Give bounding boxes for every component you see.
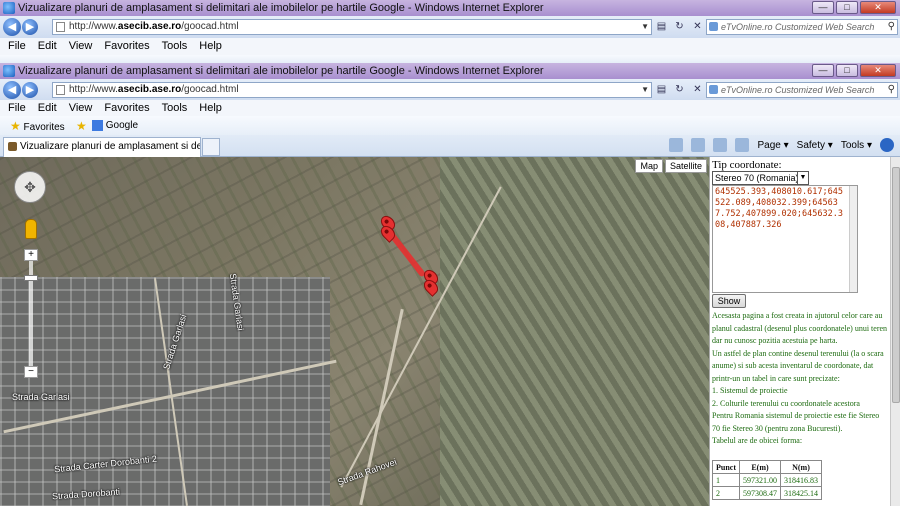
menu-edit[interactable]: Edit [38, 38, 57, 55]
menu-help[interactable]: Help [199, 100, 222, 117]
maximize-icon[interactable]: □ [836, 64, 858, 77]
scrollbar-thumb[interactable] [892, 167, 900, 403]
textarea-scrollbar[interactable] [849, 186, 857, 292]
coordinate-type-heading: Tip coordonate: [712, 159, 782, 171]
star-icon: ★ [10, 119, 21, 133]
new-tab-button[interactable] [202, 138, 220, 156]
map-type-map-button[interactable]: Map [635, 159, 663, 173]
map-type-satellite-button[interactable]: Satellite [664, 159, 707, 173]
close-icon[interactable]: ✕ [860, 64, 896, 77]
ie-icon [3, 65, 15, 77]
back-url-field[interactable]: http://www.asecib.ase.ro/goocad.html ▼ [52, 19, 652, 35]
favorites-bar: ★ Favorites ★ Google [0, 116, 900, 136]
zoom-slider[interactable] [29, 249, 33, 375]
back-window-controls: — □ ✕ [812, 1, 896, 14]
window-title: Vizualizare planuri de amplasament si de… [18, 65, 544, 77]
table-header: N(m) [780, 460, 822, 474]
chevron-down-icon[interactable]: ▼ [641, 20, 649, 34]
back-favorites-bar [0, 55, 900, 63]
menu-view[interactable]: View [69, 38, 93, 55]
chevron-down-icon[interactable]: ▼ [797, 172, 808, 184]
stop-icon[interactable]: ✕ [690, 82, 705, 98]
refresh-icon[interactable]: ↻ [672, 19, 687, 35]
menu-favorites[interactable]: Favorites [104, 38, 149, 55]
print-icon[interactable] [735, 138, 750, 152]
url-field[interactable]: http://www.asecib.ase.ro/goocad.html ▼ [52, 82, 652, 98]
back-address-bar: ◀ ▶ http://www.asecib.ase.ro/goocad.html… [0, 16, 900, 38]
help-icon[interactable] [880, 138, 894, 152]
menu-file[interactable]: File [8, 38, 26, 55]
satellite-map[interactable]: Strada Garlasi Strada Garlasi Strada Car… [0, 157, 709, 506]
table-row: 2 597308.47 318425.14 [712, 486, 822, 500]
minimize-icon[interactable]: — [812, 64, 834, 77]
page-favicon-icon [8, 142, 17, 151]
pegman-icon[interactable] [25, 219, 37, 239]
street-label: Strada Garlasi [12, 392, 70, 402]
back-arrow-icon[interactable]: ◀ [3, 18, 21, 36]
menu-edit[interactable]: Edit [38, 100, 57, 117]
google-favorite-link[interactable]: Google [92, 116, 138, 136]
menu-tools[interactable]: Tools [162, 100, 188, 117]
home-icon[interactable] [669, 138, 684, 152]
ie-icon [3, 2, 15, 14]
safety-menu[interactable]: Safety ▾ [797, 138, 833, 154]
window-titlebar: Vizualizare planuri de amplasament si de… [0, 63, 900, 79]
page-icon [56, 85, 65, 95]
menu-favorites[interactable]: Favorites [104, 100, 149, 117]
zoom-slider-handle[interactable] [24, 275, 38, 281]
zoom-in-button[interactable]: + [24, 249, 38, 261]
close-icon[interactable]: ✕ [860, 1, 896, 14]
forward-arrow-icon[interactable]: ▶ [22, 82, 38, 98]
compat-view-icon[interactable]: ▤ [654, 82, 669, 98]
zoom-out-button[interactable]: − [24, 366, 38, 378]
mail-icon[interactable] [713, 138, 728, 152]
back-window-titlebar: Vizualizare planuri de amplasament si de… [0, 0, 900, 16]
menu-tools[interactable]: Tools [162, 38, 188, 55]
refresh-icon[interactable]: ↻ [672, 82, 687, 98]
table-header: Punct [712, 460, 740, 474]
search-field[interactable]: eTvOnline.ro Customized Web Search ⚲ [706, 82, 898, 98]
search-provider-icon [709, 85, 718, 94]
page-menu[interactable]: Page ▾ [757, 138, 788, 154]
tab-bar: Vizualizare planuri de amplasament si de… [0, 135, 900, 157]
search-icon[interactable]: ⚲ [888, 20, 895, 34]
tab-vizualizare[interactable]: Vizualizare planuri de amplasament si de… [3, 137, 201, 157]
street-label: Strada Rahovei [336, 456, 398, 488]
menu-view[interactable]: View [69, 100, 93, 117]
google-icon [92, 119, 103, 131]
instructions-text: Acesasta pagina a fost creata in ajutoru… [712, 311, 888, 445]
menu-help[interactable]: Help [199, 38, 222, 55]
tools-menu[interactable]: Tools ▾ [841, 138, 872, 154]
back-arrow-icon[interactable]: ◀ [3, 81, 21, 99]
back-search-field[interactable]: eTvOnline.ro Customized Web Search ⚲ [706, 19, 898, 35]
search-provider-icon [709, 22, 718, 31]
pan-control-icon[interactable]: ✥ [14, 171, 46, 203]
coordinates-textarea[interactable]: 645525.393,408010.617;645522.089,408032.… [712, 185, 858, 293]
back-window-title: Vizualizare planuri de amplasament si de… [18, 2, 544, 14]
map-fields-area [440, 157, 709, 506]
window-controls: — □ ✕ [812, 64, 896, 77]
example-coordinates-table: Punct E(m) N(m) 1 597321.00 318416.83 2 … [712, 460, 822, 500]
back-menu-bar: File Edit View Favorites Tools Help [0, 38, 900, 56]
minimize-icon[interactable]: — [812, 1, 834, 14]
stop-icon[interactable]: ✕ [690, 19, 705, 35]
chevron-down-icon[interactable]: ▼ [641, 83, 649, 97]
page-icon [56, 22, 65, 32]
search-icon[interactable]: ⚲ [888, 83, 895, 97]
map-type-control: Map Satellite [635, 159, 707, 173]
show-button[interactable]: Show [712, 294, 746, 308]
table-header: E(m) [739, 460, 781, 474]
page-scrollbar[interactable] [890, 157, 900, 506]
menu-file[interactable]: File [8, 100, 26, 117]
coordinate-system-select[interactable]: Stereo 70 (Romania) ▼ [712, 171, 809, 185]
forward-arrow-icon[interactable]: ▶ [22, 19, 38, 35]
compat-view-icon[interactable]: ▤ [654, 19, 669, 35]
coordinates-panel: Tip coordonate: Stereo 70 (Romania) ▼ 64… [709, 157, 900, 506]
maximize-icon[interactable]: □ [836, 1, 858, 14]
feeds-icon[interactable] [691, 138, 706, 152]
address-bar: ◀ ▶ http://www.asecib.ase.ro/goocad.html… [0, 79, 900, 101]
table-row: 1 597321.00 318416.83 [712, 473, 822, 487]
command-bar: Page ▾ Safety ▾ Tools ▾ [669, 138, 894, 154]
